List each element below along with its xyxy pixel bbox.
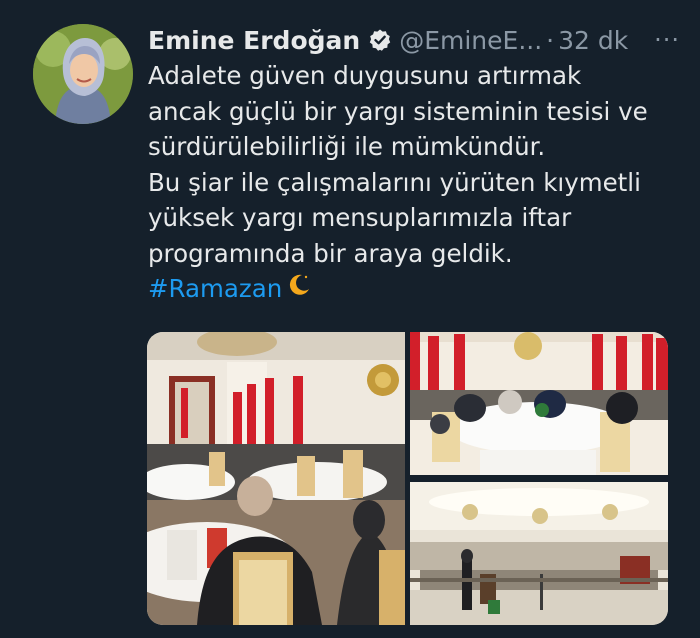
photo-3[interactable] xyxy=(410,482,668,625)
hashtag-line: #Ramazan xyxy=(148,271,688,308)
photo-1[interactable] xyxy=(147,332,405,625)
crescent-moon-icon xyxy=(286,272,312,308)
author-name[interactable]: Emine Erdoğan xyxy=(148,26,360,55)
verified-badge-icon xyxy=(368,28,392,52)
tweet-text-line: ancak güçlü bir yargı sisteminin tesisi … xyxy=(148,96,648,126)
media-grid xyxy=(147,332,668,625)
tweet-text-line: programında bir araya geldik. xyxy=(148,238,513,268)
more-options-icon[interactable]: ··· xyxy=(654,26,680,54)
hashtag-link[interactable]: #Ramazan xyxy=(148,274,282,303)
separator-dot: · xyxy=(546,25,555,55)
photo-2[interactable] xyxy=(410,332,668,475)
tweet-timestamp[interactable]: 32 dk xyxy=(558,26,628,55)
tweet-text-line: yüksek yargı mensuplarımızla iftar xyxy=(148,203,572,232)
tweet-text-line: Bu şiar ile çalışmalarını yürüten kıymet… xyxy=(148,167,641,197)
author-handle[interactable]: @EmineE... xyxy=(399,26,542,55)
tweet-text-line: sürdürülebilirliği ile mümkündür. xyxy=(148,132,546,161)
tweet-text: Adalete güven duygusunu artırmak ancak g… xyxy=(148,58,688,308)
avatar-image xyxy=(33,24,133,124)
author-avatar[interactable] xyxy=(33,24,133,124)
tweet-text-line: Adalete güven duygusunu artırmak xyxy=(148,61,582,90)
tweet-header: Emine Erdoğan @EmineE... · 32 dk ··· xyxy=(148,22,680,58)
